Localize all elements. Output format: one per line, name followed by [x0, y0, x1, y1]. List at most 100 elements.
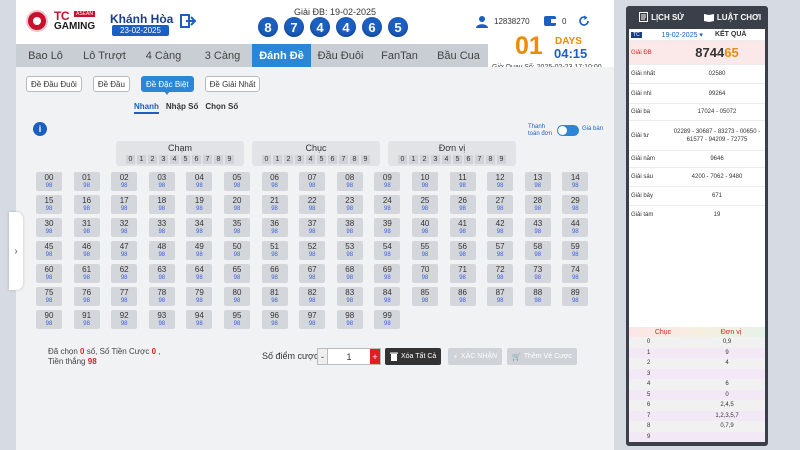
input-mode-tab[interactable]: Nhập Số — [166, 102, 198, 114]
bet-type-tab[interactable]: Đề Đặc Biệt — [140, 76, 194, 95]
number-cell[interactable]: 88 98 — [524, 287, 551, 306]
digit-button[interactable]: 0 — [262, 155, 271, 164]
game-tab-item[interactable]: Đầu Đuôi — [311, 44, 370, 67]
number-cell[interactable]: 08 98 — [336, 172, 363, 191]
number-cell[interactable]: 27 98 — [487, 195, 514, 214]
bet-type-tab[interactable]: Đề Giải Nhất — [204, 76, 261, 92]
digit-button[interactable]: 5 — [453, 155, 462, 164]
bet-points-input[interactable]: 1 — [328, 349, 370, 364]
digit-button[interactable]: 3 — [431, 155, 440, 164]
digit-button[interactable]: 6 — [328, 155, 337, 164]
game-tab-item[interactable]: 3 Càng — [193, 44, 252, 67]
number-cell[interactable]: 01 98 — [73, 172, 100, 191]
number-cell[interactable]: 39 98 — [374, 218, 401, 237]
number-cell[interactable]: 70 98 — [411, 264, 438, 283]
number-cell[interactable]: 89 98 — [562, 287, 589, 306]
digit-button[interactable]: 1 — [409, 155, 418, 164]
digit-button[interactable]: 4 — [442, 155, 451, 164]
logout-icon[interactable] — [180, 14, 196, 28]
number-cell[interactable]: 36 98 — [261, 218, 288, 237]
number-cell[interactable]: 03 98 — [148, 172, 175, 191]
digit-button[interactable]: 1 — [273, 155, 282, 164]
number-cell[interactable]: 84 98 — [374, 287, 401, 306]
number-cell[interactable]: 67 98 — [299, 264, 326, 283]
number-cell[interactable]: 23 98 — [336, 195, 363, 214]
digit-button[interactable]: 6 — [464, 155, 473, 164]
number-cell[interactable]: 61 98 — [73, 264, 100, 283]
digit-button[interactable]: 2 — [284, 155, 293, 164]
game-tab-item[interactable]: Bao Lô — [16, 44, 75, 67]
results-date-select[interactable]: 19-02-2025 ▾ — [662, 31, 703, 39]
number-cell[interactable]: 55 98 — [411, 241, 438, 260]
digit-button[interactable]: 7 — [203, 155, 212, 164]
number-cell[interactable]: 66 98 — [261, 264, 288, 283]
number-cell[interactable]: 59 98 — [562, 241, 589, 260]
number-cell[interactable]: 69 98 — [374, 264, 401, 283]
number-cell[interactable]: 50 98 — [223, 241, 250, 260]
number-cell[interactable]: 04 98 — [186, 172, 213, 191]
number-cell[interactable]: 06 98 — [261, 172, 288, 191]
number-cell[interactable]: 83 98 — [336, 287, 363, 306]
number-cell[interactable]: 82 98 — [299, 287, 326, 306]
number-cell[interactable]: 62 98 — [111, 264, 138, 283]
number-cell[interactable]: 96 98 — [261, 310, 288, 329]
number-cell[interactable]: 29 98 — [562, 195, 589, 214]
number-cell[interactable]: 74 98 — [562, 264, 589, 283]
digit-button[interactable]: 0 — [398, 155, 407, 164]
number-cell[interactable]: 49 98 — [186, 241, 213, 260]
digit-button[interactable]: 5 — [317, 155, 326, 164]
number-cell[interactable]: 42 98 — [487, 218, 514, 237]
digit-button[interactable]: 8 — [350, 155, 359, 164]
number-cell[interactable]: 13 98 — [524, 172, 551, 191]
number-cell[interactable]: 91 98 — [73, 310, 100, 329]
number-cell[interactable]: 60 98 — [36, 264, 62, 283]
digit-button[interactable]: 9 — [361, 155, 370, 164]
digit-button[interactable]: 2 — [420, 155, 429, 164]
number-cell[interactable]: 44 98 — [562, 218, 589, 237]
number-cell[interactable]: 33 98 — [148, 218, 175, 237]
game-tab-item[interactable]: Đánh Đề — [252, 44, 311, 71]
number-cell[interactable]: 52 98 — [299, 241, 326, 260]
payment-mode-toggle[interactable] — [557, 125, 579, 136]
digit-button[interactable]: 0 — [126, 155, 135, 164]
digit-button[interactable]: 5 — [181, 155, 190, 164]
number-cell[interactable]: 79 98 — [186, 287, 213, 306]
number-cell[interactable]: 56 98 — [449, 241, 476, 260]
number-cell[interactable]: 22 98 — [299, 195, 326, 214]
digit-button[interactable]: 9 — [225, 155, 234, 164]
number-cell[interactable]: 11 98 — [449, 172, 476, 191]
number-cell[interactable]: 86 98 — [449, 287, 476, 306]
number-cell[interactable]: 94 98 — [186, 310, 213, 329]
number-cell[interactable]: 19 98 — [186, 195, 213, 214]
number-cell[interactable]: 53 98 — [336, 241, 363, 260]
number-cell[interactable]: 30 98 — [36, 218, 62, 237]
number-cell[interactable]: 85 98 — [411, 287, 438, 306]
number-cell[interactable]: 37 98 — [299, 218, 326, 237]
number-cell[interactable]: 02 98 — [111, 172, 138, 191]
number-cell[interactable]: 80 98 — [223, 287, 250, 306]
number-cell[interactable]: 78 98 — [148, 287, 175, 306]
number-cell[interactable]: 93 98 — [148, 310, 175, 329]
number-cell[interactable]: 43 98 — [524, 218, 551, 237]
number-cell[interactable]: 98 98 — [336, 310, 363, 329]
wallet-icon[interactable] — [544, 15, 557, 27]
digit-button[interactable]: 7 — [339, 155, 348, 164]
number-cell[interactable]: 18 98 — [148, 195, 175, 214]
province-name[interactable]: Khánh Hòa — [110, 12, 173, 26]
number-cell[interactable]: 57 98 — [487, 241, 514, 260]
game-tab-item[interactable]: 4 Càng — [134, 44, 193, 67]
number-cell[interactable]: 28 98 — [524, 195, 551, 214]
number-cell[interactable]: 77 98 — [111, 287, 138, 306]
number-cell[interactable]: 45 98 — [36, 241, 62, 260]
number-cell[interactable]: 32 98 — [111, 218, 138, 237]
number-cell[interactable]: 65 98 — [223, 264, 250, 283]
clear-all-button[interactable]: Xóa Tất Cả — [385, 348, 442, 365]
number-cell[interactable]: 64 98 — [186, 264, 213, 283]
number-cell[interactable]: 41 98 — [449, 218, 476, 237]
number-cell[interactable]: 12 98 — [487, 172, 514, 191]
number-cell[interactable]: 97 98 — [299, 310, 326, 329]
expand-sidebar-chevron-icon[interactable]: › — [9, 212, 23, 290]
bet-type-tab[interactable]: Đề Đầu Đuôi — [26, 76, 82, 92]
number-cell[interactable]: 05 98 — [223, 172, 250, 191]
digit-button[interactable]: 4 — [170, 155, 179, 164]
